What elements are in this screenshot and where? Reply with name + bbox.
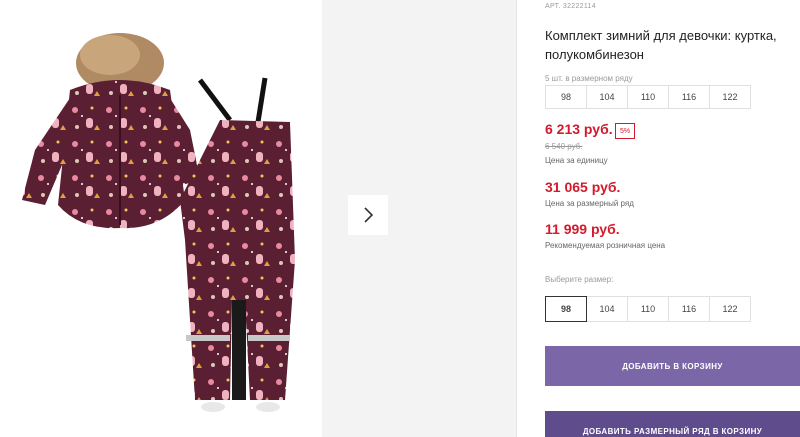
choose-size-label: Выберите размер:: [545, 275, 614, 284]
size-option-98[interactable]: 98: [545, 296, 587, 322]
retail-price-caption: Рекомендуемая розничная цена: [545, 241, 666, 250]
product-title: Комплект зимний для девочки: куртка, пол…: [545, 28, 777, 62]
size-row-item: 116: [668, 85, 710, 109]
add-size-row-to-cart-button[interactable]: ДОБАВИТЬ РАЗМЕРНЫЙ РЯД В КОРЗИНУ: [545, 411, 800, 437]
size-option-110[interactable]: 110: [627, 296, 669, 322]
old-price: 6 540 руб.: [545, 142, 583, 151]
unit-price-caption: Цена за единицу: [545, 156, 608, 165]
size-row-item: 98: [545, 85, 587, 109]
unit-price: 6 213 руб.: [545, 121, 613, 137]
winter-suit-image: [22, 33, 295, 412]
product-photo[interactable]: [0, 0, 322, 437]
size-row-item: 110: [627, 85, 669, 109]
chevron-right-icon: [364, 207, 374, 223]
size-row-item: 122: [709, 85, 751, 109]
size-row-label: 5 шт. в размерном ряду: [545, 74, 633, 83]
discount-badge: 5%: [615, 123, 635, 139]
size-option-116[interactable]: 116: [668, 296, 710, 322]
size-selector: 98 104 110 116 122: [545, 296, 751, 322]
panel-divider: [516, 0, 517, 437]
size-option-122[interactable]: 122: [709, 296, 751, 322]
next-image-button[interactable]: [348, 195, 388, 235]
row-price-caption: Цена за размерный ряд: [545, 199, 634, 208]
product-info: АРТ. 32222114 Комплект зимний для девочк…: [545, 0, 800, 437]
size-row-list: 98 104 110 116 122: [545, 85, 751, 109]
add-to-cart-button[interactable]: ДОБАВИТЬ В КОРЗИНУ: [545, 346, 800, 386]
product-gallery: [0, 0, 516, 437]
size-row-item: 104: [586, 85, 628, 109]
size-option-104[interactable]: 104: [586, 296, 628, 322]
article-number: АРТ. 32222114: [545, 3, 596, 10]
row-price: 31 065 руб.: [545, 179, 621, 195]
retail-price: 11 999 руб.: [545, 221, 620, 237]
